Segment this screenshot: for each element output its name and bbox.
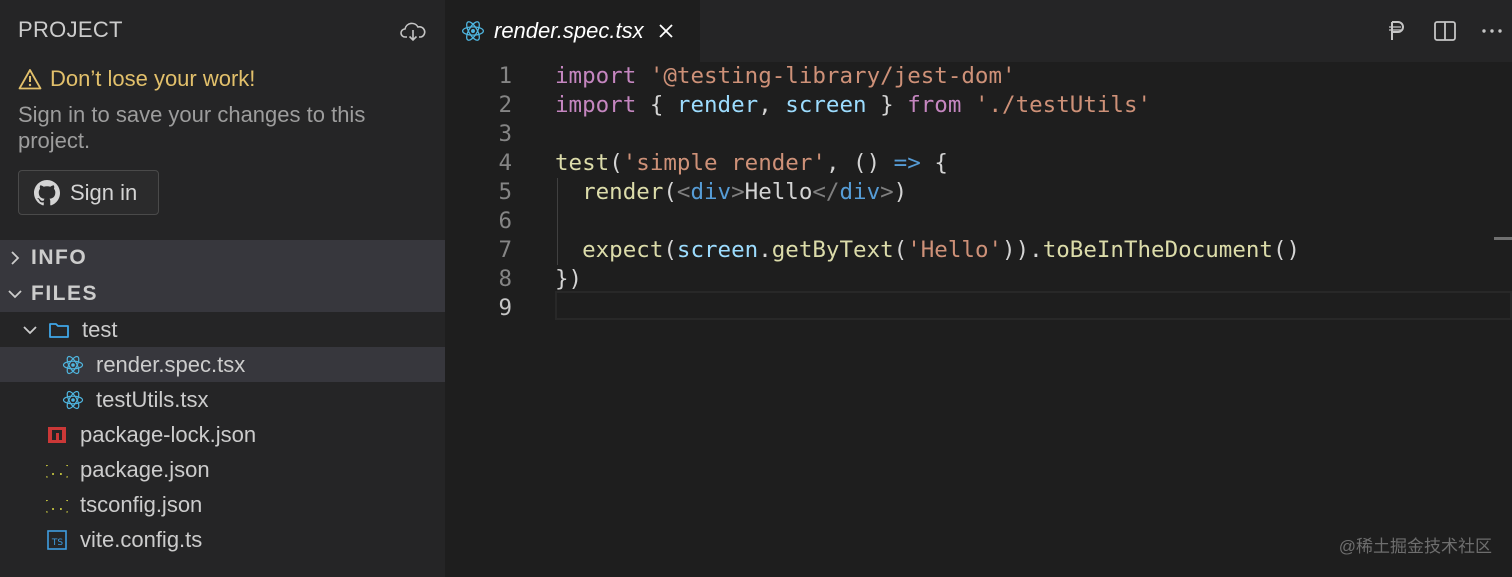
line-number: 6	[498, 208, 512, 234]
svg-text:{..}: {..}	[46, 464, 68, 479]
sign-in-button[interactable]: Sign in	[18, 170, 159, 215]
chevron-down-icon	[8, 290, 22, 299]
current-line-highlight	[555, 291, 1512, 320]
tree-item-label: tsconfig.json	[80, 491, 203, 517]
code-line-8: })	[555, 266, 583, 292]
tree-file-render-spec[interactable]: render.spec.tsx	[0, 347, 445, 382]
close-icon[interactable]	[658, 23, 674, 39]
line-number: 5	[498, 179, 512, 205]
svg-text:TS: TS	[51, 538, 63, 548]
react-icon	[62, 355, 84, 374]
open-preview-icon[interactable]	[1384, 18, 1410, 44]
tree-file-package-lock[interactable]: package-lock.json	[0, 417, 445, 452]
tree-item-label: vite.config.ts	[80, 526, 203, 552]
warning-title: Don’t lose your work!	[18, 66, 255, 92]
github-icon	[34, 179, 60, 205]
tree-file-test-utils[interactable]: testUtils.tsx	[0, 382, 445, 417]
warning-message: Sign in to save your changes to this pro…	[18, 102, 366, 153]
tree-item-label: package.json	[80, 456, 210, 482]
line-number: 8	[498, 266, 512, 292]
warning-icon	[18, 69, 42, 90]
tree-folder-test[interactable]: test	[0, 312, 445, 347]
code-line-1: import '@testing-library/jest-dom'	[555, 63, 1016, 89]
tab-title: render.spec.tsx	[494, 18, 644, 43]
tree-file-vite-config[interactable]: TS vite.config.ts	[0, 522, 445, 557]
react-icon	[461, 21, 485, 41]
cloud-download-icon[interactable]	[400, 20, 426, 42]
section-files-label: FILES	[31, 282, 99, 305]
line-number-active: 9	[498, 295, 512, 321]
tab-render-spec[interactable]: render.spec.tsx	[445, 0, 700, 62]
json-icon: {..}	[46, 464, 68, 479]
npm-icon	[48, 426, 66, 443]
code-line-2: import { render, screen } from './testUt…	[555, 92, 1152, 118]
tree-item-label: testUtils.tsx	[96, 386, 209, 412]
sign-in-label: Sign in	[70, 179, 138, 205]
editor-tab-bar: render.spec.tsx	[445, 0, 1512, 62]
section-info-label: INFO	[31, 246, 88, 269]
warning-title-text: Don’t lose your work!	[50, 66, 256, 91]
json-icon: {..}	[46, 499, 68, 514]
react-icon	[62, 390, 84, 409]
tree-item-label: package-lock.json	[80, 421, 257, 447]
more-actions-icon[interactable]	[1479, 18, 1505, 44]
section-info[interactable]: INFO	[0, 240, 445, 276]
tree-file-package-json[interactable]: {..} package.json	[0, 452, 445, 487]
code-editor[interactable]: 1 2 3 4 5 6 7 8 9 import '@testing-libra…	[445, 62, 1512, 577]
scrollbar-marker[interactable]	[1494, 237, 1512, 240]
chevron-down-icon	[23, 325, 37, 334]
line-number: 7	[498, 237, 512, 263]
line-number: 3	[498, 121, 512, 147]
code-line-7: expect(screen.getByText('Hello')).toBeIn…	[582, 237, 1301, 263]
tree-file-tsconfig[interactable]: {..} tsconfig.json	[0, 487, 445, 522]
sidebar-title: PROJECT	[18, 17, 123, 42]
watermark: @稀土掘金技术社区	[1338, 537, 1492, 556]
tree-item-label: test	[82, 316, 118, 342]
split-editor-icon[interactable]	[1432, 18, 1458, 44]
chevron-right-icon	[11, 251, 20, 265]
sidebar: PROJECT Don’t lose your work! Sign in to…	[0, 0, 445, 577]
code-line-5: render(<div>Hello</div>)	[582, 179, 908, 205]
line-number: 2	[498, 92, 512, 118]
folder-icon	[49, 322, 69, 338]
svg-text:{..}: {..}	[46, 499, 68, 514]
line-number: 4	[498, 150, 512, 176]
line-number: 1	[498, 63, 512, 89]
tree-item-label: render.spec.tsx	[96, 351, 246, 377]
typescript-icon: TS	[47, 529, 67, 550]
section-files[interactable]: FILES	[0, 276, 445, 312]
code-line-4: test('simple render', () => {	[555, 150, 948, 176]
